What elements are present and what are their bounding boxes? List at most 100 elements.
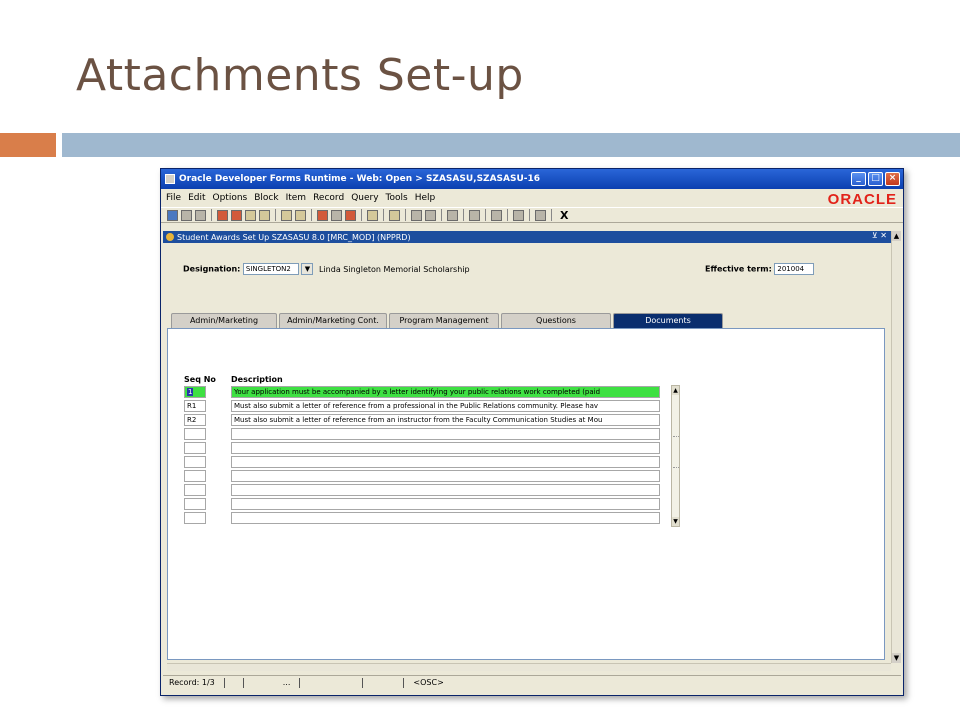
toolbar-separator <box>211 209 212 221</box>
description-header: Description <box>231 375 283 384</box>
form-icon <box>166 233 174 241</box>
status-mode: <OSC> <box>413 678 444 687</box>
save-icon[interactable] <box>167 209 178 221</box>
previous-block-icon[interactable] <box>217 209 228 221</box>
horizontal-scrollbar[interactable] <box>167 663 891 671</box>
slide-title: Attachments Set-up <box>76 50 524 101</box>
menu-bar: File Edit Options Block Item Record Quer… <box>161 189 903 208</box>
seq-no-field[interactable]: R2 <box>184 414 206 426</box>
seq-no-field[interactable] <box>184 484 206 496</box>
rollback-icon[interactable] <box>181 209 192 221</box>
record-count: Record: 1/3 <box>169 678 215 687</box>
navigate-icon[interactable] <box>469 209 480 221</box>
toolbar-separator <box>551 209 552 221</box>
vertical-scrollbar[interactable]: ▲ ▼ <box>891 231 901 663</box>
lov-dropdown-icon[interactable]: ▼ <box>301 263 314 275</box>
enter-query-icon[interactable] <box>281 209 292 221</box>
form-window-controls[interactable]: ⊻ ✕ <box>872 231 887 240</box>
toolbar-separator <box>507 209 508 221</box>
menu-record[interactable]: Record <box>313 193 344 203</box>
execute-query-icon[interactable] <box>295 209 306 221</box>
tab-program-management[interactable]: Program Management <box>389 313 499 328</box>
description-field[interactable] <box>231 456 660 468</box>
seq-no-field[interactable]: R1 <box>184 400 206 412</box>
next-record-icon[interactable] <box>259 209 270 221</box>
close-button[interactable]: × <box>885 172 900 186</box>
menu-query[interactable]: Query <box>351 193 378 203</box>
description-field[interactable] <box>231 512 660 524</box>
seq-no-field[interactable]: 1 <box>184 386 206 398</box>
description-field[interactable]: Must also submit a letter of reference f… <box>231 414 660 426</box>
accent-bar-orange <box>0 133 56 157</box>
scroll-down-icon[interactable]: ▼ <box>892 653 901 663</box>
toolbar-separator <box>463 209 464 221</box>
status-separator <box>299 677 301 688</box>
seq-no-field[interactable] <box>184 442 206 454</box>
seq-no-field[interactable] <box>184 470 206 482</box>
exit-button[interactable]: X <box>560 209 568 222</box>
clear-record-icon[interactable] <box>345 209 356 221</box>
toolbar-separator <box>383 209 384 221</box>
description-field[interactable] <box>231 498 660 510</box>
description-field[interactable] <box>231 442 660 454</box>
scroll-up-icon[interactable]: ▲ <box>672 386 679 395</box>
maximize-button[interactable]: □ <box>868 172 883 186</box>
oracle-logo: ORACLE <box>827 191 897 208</box>
status-separator <box>362 677 364 688</box>
tab-documents[interactable]: Documents <box>613 313 723 328</box>
description-field[interactable] <box>231 484 660 496</box>
designation-description: Linda Singleton Memorial Scholarship <box>319 264 470 274</box>
print-icon[interactable] <box>195 209 206 221</box>
audio-icon[interactable] <box>447 209 458 221</box>
tab-questions[interactable]: Questions <box>501 313 611 328</box>
menu-help[interactable]: Help <box>415 193 436 203</box>
records-scrollbar[interactable]: ▲ ▼ <box>671 385 680 527</box>
menu-block[interactable]: Block <box>254 193 278 203</box>
effective-term-label: Effective term: <box>705 264 772 274</box>
toolbar: X <box>161 207 903 223</box>
search-icon[interactable] <box>411 209 422 221</box>
description-field[interactable]: Must also submit a letter of reference f… <box>231 400 660 412</box>
seq-no-field[interactable] <box>184 428 206 440</box>
print-report-icon[interactable] <box>389 209 400 221</box>
menu-file[interactable]: File <box>166 193 181 203</box>
window-icon[interactable] <box>491 209 502 221</box>
app-icon <box>165 174 175 184</box>
minimize-button[interactable]: _ <box>851 172 866 186</box>
previous-record-icon[interactable] <box>245 209 256 221</box>
toolbar-separator <box>405 209 406 221</box>
insert-record-icon[interactable] <box>317 209 328 221</box>
seq-no-header: Seq No <box>184 375 216 384</box>
help-icon[interactable] <box>513 209 524 221</box>
tab-admin-marketing[interactable]: Admin/Marketing <box>171 313 277 328</box>
lightbulb-icon[interactable] <box>535 209 546 221</box>
next-block-icon[interactable] <box>231 209 242 221</box>
tab-admin-marketing-cont[interactable]: Admin/Marketing Cont. <box>279 313 387 328</box>
scroll-thumb[interactable] <box>673 436 679 468</box>
documents-panel: Seq No Description 1 Your application mu… <box>167 328 885 660</box>
window-controls: _ □ × <box>851 172 900 186</box>
menu-edit[interactable]: Edit <box>188 193 205 203</box>
zoom-icon[interactable] <box>425 209 436 221</box>
status-ellipsis: ... <box>282 678 291 687</box>
toolbar-separator <box>529 209 530 221</box>
remove-record-icon[interactable] <box>331 209 342 221</box>
menu-tools[interactable]: Tools <box>386 193 408 203</box>
effective-term-field[interactable]: 201004 <box>774 263 815 275</box>
window-title: Oracle Developer Forms Runtime - Web: Op… <box>179 174 541 184</box>
menu-item[interactable]: Item <box>286 193 307 203</box>
seq-no-field[interactable] <box>184 456 206 468</box>
toolbar-separator <box>311 209 312 221</box>
toolbar-separator <box>485 209 486 221</box>
designation-field[interactable]: SINGLETON2 <box>242 263 299 275</box>
description-field[interactable] <box>231 470 660 482</box>
menu-options[interactable]: Options <box>213 193 248 203</box>
description-field[interactable] <box>231 428 660 440</box>
description-field[interactable]: Your application must be accompanied by … <box>231 386 660 398</box>
scroll-down-icon[interactable]: ▼ <box>672 517 679 526</box>
seq-no-field[interactable] <box>184 512 206 524</box>
form-title: Student Awards Set Up SZASASU 8.0 [MRC_M… <box>177 232 411 242</box>
attachment-icon[interactable] <box>367 209 378 221</box>
seq-no-field[interactable] <box>184 498 206 510</box>
scroll-up-icon[interactable]: ▲ <box>892 231 901 241</box>
